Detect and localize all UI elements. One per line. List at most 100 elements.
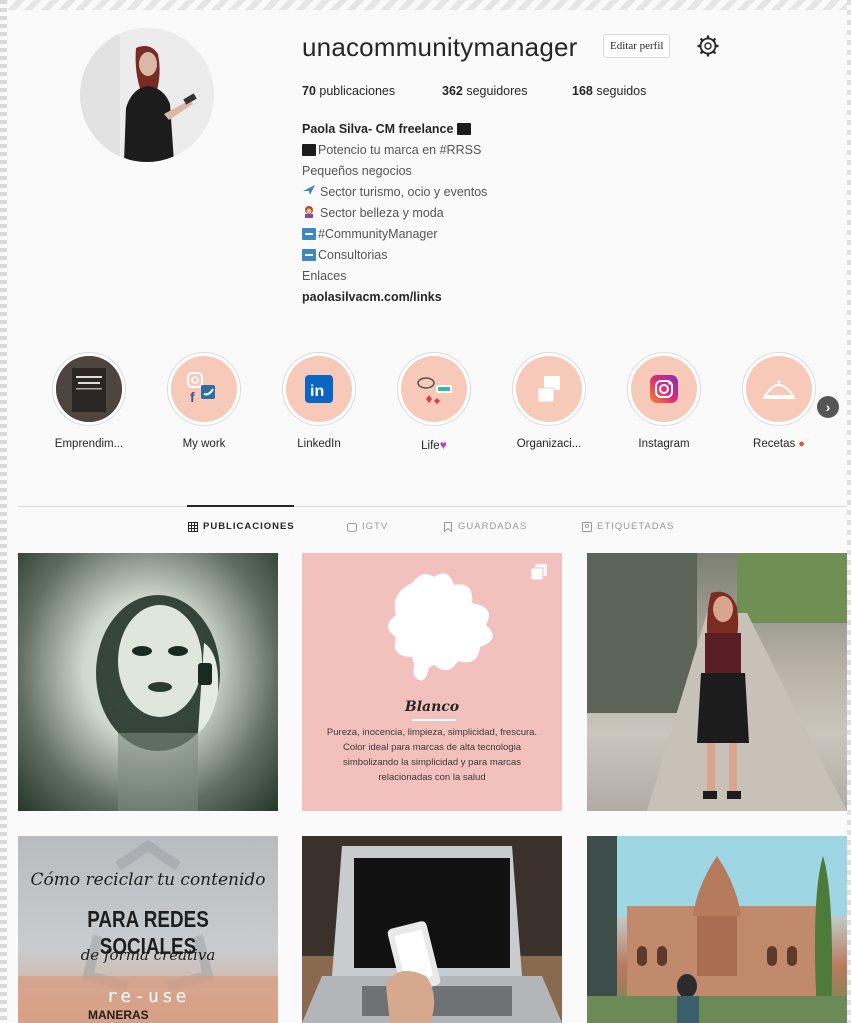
igtv-icon (347, 522, 357, 532)
highlight-label: Emprendim... (54, 438, 124, 450)
black-square-icon (302, 143, 316, 156)
boxes-icon (516, 356, 582, 422)
tab-label: IGTV (362, 521, 389, 532)
book-cover-icon (56, 356, 122, 422)
tab-label: GUARDADAS (458, 521, 528, 532)
paint-splash-icon (388, 573, 493, 681)
story-highlights: Emprendim... f My work in LinkedIn Life♥ (0, 352, 851, 462)
grid-icon (188, 521, 198, 532)
tab-guardadas[interactable]: GUARDADAS (443, 521, 528, 533)
bio-link[interactable]: paolasilvacm.com/links (302, 286, 602, 307)
laptop-phone-photo (302, 836, 562, 1023)
post-thumbnail[interactable]: Blanco Pureza, inocencia, limpieza, simp… (302, 553, 562, 811)
bio-text: Enlaces (302, 268, 347, 283)
portrait-photo (96, 595, 220, 811)
post-description: Pureza, inocencia, limpieza, simplicidad… (326, 727, 538, 783)
post-thumbnail[interactable] (587, 553, 847, 811)
profile-avatar[interactable] (80, 28, 214, 162)
gear-icon[interactable] (697, 35, 719, 57)
avatar-photo (80, 28, 214, 162)
tabs-divider (18, 506, 846, 507)
following-count: 168 (572, 84, 593, 98)
bio-line: Sector turismo, ocio y eventos (302, 181, 602, 202)
bio-line: Potencio tu marca en #RRSS (302, 139, 602, 160)
highlights-next-button[interactable]: › (817, 396, 839, 418)
highlight-item[interactable]: Organizaci... (499, 352, 599, 450)
bookmark-icon (443, 521, 453, 533)
bio-name-line: Paola Silva- CM freelance (302, 118, 602, 139)
right-arrow-icon (302, 227, 316, 240)
food-icon: ● (795, 438, 805, 450)
highlight-item[interactable]: f My work (154, 352, 254, 450)
svg-text:f: f (190, 389, 195, 405)
bio-text: #CommunityManager (318, 226, 438, 241)
highlight-cover (512, 352, 586, 426)
bio-text: Pequeños negocios (302, 163, 412, 178)
bio-line: Consultorias (302, 244, 602, 265)
post-thumbnail[interactable] (302, 836, 562, 1023)
edit-profile-button[interactable]: Editar perfil (603, 34, 671, 58)
instagram-icon (631, 356, 697, 422)
highlight-cover: f (167, 352, 241, 426)
highlight-cover (397, 352, 471, 426)
highlight-cover: in (282, 352, 356, 426)
highlight-label-text: Life (421, 440, 440, 452)
profile-bio: Paola Silva- CM freelance Potencio tu ma… (302, 118, 602, 307)
highlight-label-text: Recetas (753, 438, 796, 450)
right-arrow-icon (302, 248, 316, 261)
highlight-cover (627, 352, 701, 426)
black-square-icon (457, 122, 472, 135)
stat-posts[interactable]: 70 publicaciones (302, 84, 395, 98)
stat-following[interactable]: 168 seguidos (572, 84, 646, 98)
torn-edge-right (847, 0, 851, 1023)
torn-edge-top (0, 0, 851, 10)
torn-edge-left (0, 0, 7, 1023)
post-title: Blanco (404, 699, 460, 715)
highlight-item[interactable]: Recetas ● (729, 352, 829, 450)
bio-line: Pequeños negocios (302, 160, 602, 181)
highlight-item[interactable]: in LinkedIn (269, 352, 369, 450)
architecture-photo (587, 836, 847, 1023)
highlight-label: Recetas ● (729, 438, 829, 450)
highlight-item[interactable]: Emprendim... (39, 352, 139, 450)
bio-text: Potencio tu marca en #RRSS (318, 142, 482, 157)
followers-count: 362 (442, 84, 463, 98)
bio-line: Sector belleza y moda (302, 202, 602, 223)
bio-text: Sector turismo, ocio y eventos (320, 184, 488, 199)
tab-igtv[interactable]: IGTV (347, 521, 388, 532)
posts-label: publicaciones (319, 84, 396, 98)
highlight-item[interactable]: Life♥ (384, 352, 484, 452)
tagged-icon (582, 521, 592, 532)
post-text-line: Cómo reciclar tu contenido (30, 870, 266, 890)
highlight-label: Instagram (638, 438, 690, 450)
tab-publicaciones[interactable]: PUBLICACIONES (188, 521, 295, 532)
profile-username: unacommunitymanager (302, 32, 578, 62)
haircut-icon (302, 205, 318, 221)
linkedin-icon: in (286, 356, 352, 422)
tab-etiquetadas[interactable]: ETIQUETADAS (582, 521, 674, 532)
post-text-line: MANERAS (88, 1008, 149, 1022)
highlight-label: My work (182, 438, 226, 450)
posts-count: 70 (302, 84, 316, 98)
street-portrait-photo (587, 553, 847, 811)
heart-icon: ♥ (439, 438, 447, 452)
bio-line: Enlaces (302, 265, 602, 286)
post-thumbnail[interactable] (587, 836, 847, 1023)
followers-label: seguidores (466, 84, 528, 98)
highlight-label: Life♥ (384, 438, 484, 452)
svg-text:in: in (310, 383, 324, 400)
food-cloche-icon (746, 356, 812, 422)
title-underline (412, 719, 456, 721)
post-thumbnail[interactable]: Cómo reciclar tu contenido PARA REDES SO… (18, 836, 278, 1023)
tab-label: PUBLICACIONES (203, 521, 295, 532)
highlight-label: Organizaci... (516, 438, 582, 450)
following-label: seguidos (596, 84, 647, 98)
life-icons (401, 356, 467, 422)
post-thumbnail[interactable] (18, 553, 278, 811)
post-text-line: re-use (106, 986, 190, 1007)
bio-name: Paola Silva- CM freelance (302, 121, 454, 136)
stat-followers[interactable]: 362 seguidores (442, 84, 528, 98)
highlight-item[interactable]: Instagram (614, 352, 714, 450)
airplane-icon (302, 184, 318, 199)
post-text-line: de forma creativa (80, 946, 216, 964)
